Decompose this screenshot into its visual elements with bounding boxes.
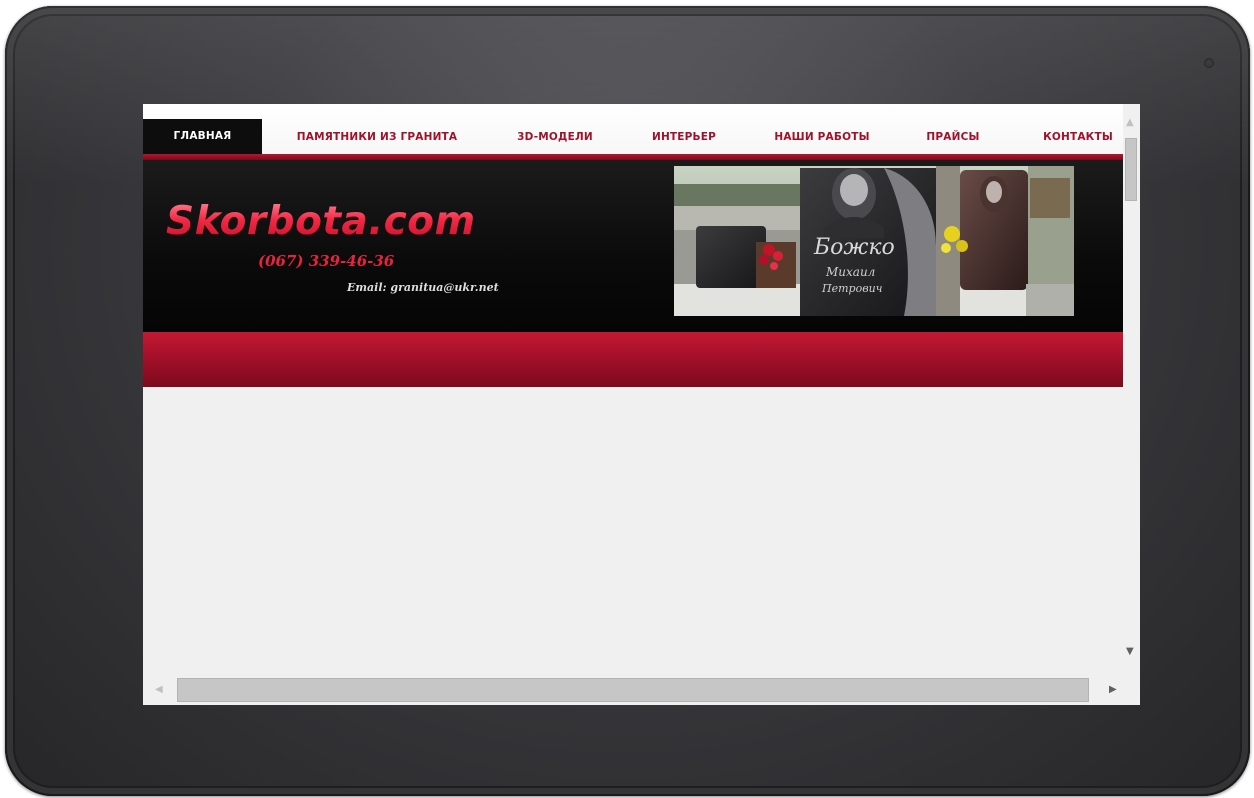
site-header: Skorbota.com (067) 339-46-36 Email: gran… — [143, 160, 1133, 332]
scroll-left-icon[interactable]: ◀ — [155, 685, 163, 695]
svg-text:Петрович: Петрович — [821, 282, 883, 295]
scroll-right-icon[interactable]: ▶ — [1109, 685, 1117, 695]
scroll-down-icon[interactable]: ▼ — [1126, 647, 1134, 657]
email-address: Email: granitua@ukr.net — [347, 281, 499, 294]
main-navigation: ГЛАВНАЯ ПАМЯТНИКИ ИЗ ГРАНИТА 3D-МОДЕЛИ И… — [143, 104, 1133, 160]
horizontal-scrollbar[interactable]: ◀ ▶ — [143, 675, 1123, 705]
vertical-scroll-thumb[interactable] — [1125, 138, 1137, 201]
scroll-up-icon[interactable]: ▲ — [1126, 118, 1134, 128]
horizontal-scroll-thumb[interactable] — [177, 678, 1089, 702]
browser-viewport: ГЛАВНАЯ ПАМЯТНИКИ ИЗ ГРАНИТА 3D-МОДЕЛИ И… — [143, 104, 1140, 705]
vertical-scrollbar[interactable]: ▲ ▼ — [1123, 104, 1140, 705]
svg-text:Михаил: Михаил — [825, 265, 875, 279]
red-banner — [143, 332, 1133, 387]
phone-number: (067) 339-46-36 — [258, 252, 395, 270]
site-logo[interactable]: Skorbota.com — [166, 199, 476, 244]
svg-text:Божко: Божко — [813, 235, 895, 260]
camera-icon — [1204, 58, 1214, 68]
header-photo-monuments: Божко Михаил Петрович — [674, 166, 1074, 316]
